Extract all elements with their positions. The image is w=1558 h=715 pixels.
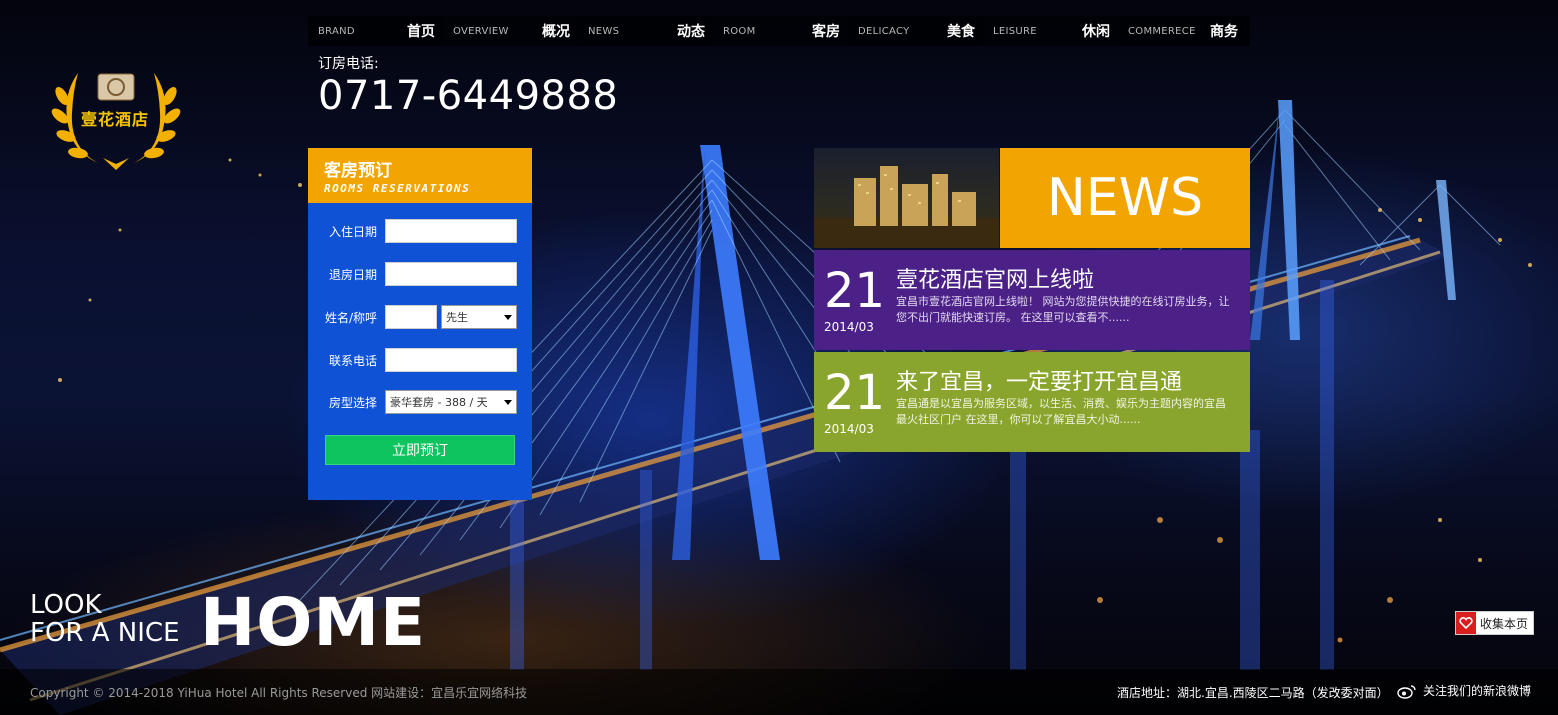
name-input[interactable] [385,305,437,329]
nav-item-cn: 客房 [812,24,840,40]
slogan-line1: LOOK [30,590,102,620]
news-day: 21 [824,263,886,319]
weibo-follow-link[interactable]: 关注我们的新浪微博 [1397,682,1531,699]
bookmark-page-label: 收集本页 [1480,616,1529,631]
checkin-label: 入住日期 [328,224,377,239]
nav-item-news[interactable]: NEWS 动态 [578,16,713,46]
nav-item-en: NEWS [588,25,620,37]
title-select-value: 先生 [446,311,468,324]
name-row: 姓名/称呼 先生 [308,304,532,330]
slogan-small: LOOK FOR A NICE [30,591,180,647]
checkout-row: 退房日期 [308,261,532,287]
nav-item-cn: 商务 [1210,24,1238,40]
book-now-button[interactable]: 立即预订 [325,435,515,465]
weibo-icon [1397,684,1416,699]
nav-item-delicacy[interactable]: DELICACY 美食 [848,16,983,46]
nav-item-cn: 休闲 [1082,24,1110,40]
contact-phone-label: 联系电话 [328,353,377,368]
checkin-date-input[interactable] [385,219,517,243]
news-item[interactable]: 21 2014/03 来了宜昌，一定要打开宜昌通 宜昌通是以宜昌为服务区域，以生… [814,352,1250,452]
news-item[interactable]: 21 2014/03 壹花酒店官网上线啦 宜昌市壹花酒店官网上线啦！ 网站为您提… [814,250,1250,350]
nav-item-room[interactable]: ROOM 客房 [713,16,848,46]
slogan-line2: FOR A NICE [30,618,180,648]
nav-item-en: COMMERECE [1128,25,1196,37]
nav-item-en: DELICACY [858,25,910,37]
nav-item-brand[interactable]: BRAND 首页 [308,16,443,46]
reservation-subtitle: ROOMS RESERVATIONS [324,182,471,195]
news-title[interactable]: 壹花酒店官网上线啦 [896,262,1094,294]
nav-item-cn: 美食 [947,24,975,40]
reservation-panel: 客房预订 ROOMS RESERVATIONS 入住日期 退房日期 姓名/称呼 … [308,148,532,500]
news-date: 2014/03 [824,422,874,436]
checkout-date-input[interactable] [385,262,517,286]
nav-item-commerce[interactable]: COMMERECE 商务 [1118,16,1250,46]
dropdown-arrow-icon [504,314,512,320]
name-label: 姓名/称呼 [324,310,377,325]
news-day: 21 [824,365,886,421]
reservation-title: 客房预订 [324,161,392,181]
checkin-row: 入住日期 [308,218,532,244]
news-description: 宜昌通是以宜昌为服务区域，以生活、消费、娱乐为主题内容的宜昌最火社区门户 在这里… [896,397,1226,426]
copyright-text: Copyright © 2014-2018 YiHua Hotel All Ri… [30,686,528,700]
nav-item-cn: 概况 [542,24,570,40]
nav-item-en: BRAND [318,25,355,37]
booking-phone-label: 订房电话: [318,56,379,72]
footer: Copyright © 2014-2018 YiHua Hotel All Ri… [0,669,1558,715]
title-select[interactable]: 先生 [441,305,517,329]
hotel-logo[interactable]: 壹花酒店 [48,58,184,180]
building-night-image [814,166,999,248]
slogan-big: HOME [200,584,427,661]
nav-item-leisure[interactable]: LEISURE 休闲 [983,16,1118,46]
heart-icon [1456,612,1476,634]
room-type-row: 房型选择 豪华套房 - 388 / 天 [308,389,532,415]
dropdown-arrow-icon [504,399,512,405]
room-type-label: 房型选择 [328,395,377,410]
weibo-follow-label: 关注我们的新浪微博 [1423,684,1532,698]
news-date: 2014/03 [824,320,874,334]
phone-row: 联系电话 [308,347,532,373]
top-nav: BRAND 首页 OVERVIEW 概况 NEWS 动态 ROOM 客房 DEL… [308,16,1250,46]
room-type-value: 豪华套房 - 388 / 天 [390,396,488,409]
nav-item-en: ROOM [723,25,756,37]
news-title[interactable]: 来了宜昌，一定要打开宜昌通 [896,364,1182,396]
nav-item-en: LEISURE [993,25,1037,37]
nav-item-en: OVERVIEW [453,25,509,37]
nav-item-cn: 动态 [677,24,705,40]
room-type-select[interactable]: 豪华套房 - 388 / 天 [385,390,517,414]
booking-phone-number: 0717-6449888 [318,73,619,119]
reservation-header: 客房预订 ROOMS RESERVATIONS [308,148,532,203]
hotel-address: 酒店地址：湖北.宜昌.西陵区二马路（发改委对面） [1117,686,1389,700]
contact-phone-input[interactable] [385,348,517,372]
checkout-label: 退房日期 [328,267,377,282]
bookmark-page-button[interactable]: 收集本页 [1455,611,1535,635]
news-description: 宜昌市壹花酒店官网上线啦！ 网站为您提供快捷的在线订房业务，让您不出门就能快速订… [896,295,1230,324]
nav-item-cn: 首页 [407,24,435,40]
news-header: NEWS [1000,148,1250,248]
logo-text: 壹花酒店 [81,110,150,129]
news-thumbnail-image[interactable] [814,148,999,248]
nav-item-overview[interactable]: OVERVIEW 概况 [443,16,578,46]
